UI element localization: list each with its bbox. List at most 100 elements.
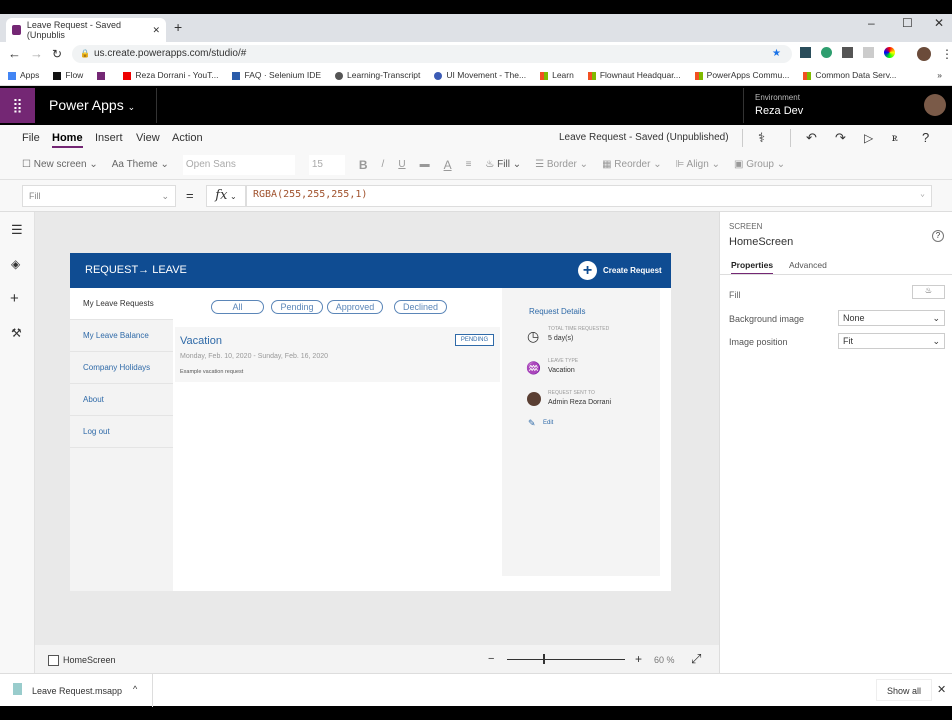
image-position-select[interactable]: Fit ⌄ (838, 333, 945, 349)
show-all-button[interactable]: Show all (876, 679, 932, 701)
forward-icon[interactable]: → (30, 46, 43, 61)
property-select[interactable]: Fill ⌄ (22, 185, 176, 207)
insert-plus-icon[interactable]: + (10, 290, 19, 307)
url-input[interactable]: 🔒 us.create.powerapps.com/studio/# ★ (72, 45, 792, 63)
underline-button[interactable]: U (398, 159, 405, 170)
layers-icon[interactable]: ◈ (11, 257, 20, 271)
close-window-icon[interactable]: ✕ (934, 16, 944, 30)
extension-icon[interactable] (842, 47, 853, 58)
bookmark-cds[interactable]: Common Data Serv... (803, 70, 896, 80)
chrome-menu-icon[interactable]: ⋮ (941, 47, 952, 61)
italic-button[interactable]: / (382, 159, 385, 170)
filter-pending[interactable]: Pending (271, 300, 323, 314)
fx-button[interactable]: fx ⌄ (206, 185, 246, 207)
screen-icon (48, 655, 59, 666)
nav-about[interactable]: About (70, 384, 173, 416)
profile-avatar[interactable] (917, 47, 931, 61)
add-circle-icon[interactable]: + (578, 261, 597, 280)
menu-file[interactable]: File (22, 132, 40, 144)
undo-icon[interactable]: ↶ (806, 130, 817, 146)
preview-play-icon[interactable]: ▷ (864, 131, 873, 145)
align-button[interactable]: ⊫ Align ⌄ (676, 159, 720, 170)
new-screen-button[interactable]: ☐ New screen ⌄ (22, 159, 98, 170)
reload-icon[interactable]: ↻ (52, 47, 62, 61)
app-launcher-icon[interactable]: ⣿ (0, 88, 35, 123)
screen-name[interactable]: HomeScreen (63, 655, 116, 665)
bookmark-apps[interactable]: Apps (8, 70, 39, 80)
nav-log-out[interactable]: Log out (70, 416, 173, 448)
group-button[interactable]: ▣ Group ⌄ (734, 159, 785, 170)
extension-icon[interactable] (884, 47, 895, 58)
background-image-select[interactable]: None ⌄ (838, 310, 945, 326)
bookmark-selenium[interactable]: FAQ · Selenium IDE (232, 70, 321, 80)
download-item[interactable]: Leave Request.msapp (32, 686, 122, 696)
formula-input[interactable]: RGBA(255,255,255,1) ⌄ (246, 185, 932, 207)
nav-my-leave-requests[interactable]: My Leave Requests (70, 288, 173, 320)
extension-icon[interactable] (863, 47, 874, 58)
bold-button[interactable]: B (359, 158, 368, 172)
more-bookmarks-icon[interactable]: » (937, 70, 942, 80)
menu-view[interactable]: View (136, 132, 160, 144)
app-screen[interactable]: REQUEST→ LEAVE + Create Request My Leave… (70, 253, 671, 591)
font-select[interactable]: Open Sans (182, 154, 295, 175)
zoom-slider[interactable] (507, 659, 625, 660)
maximize-icon[interactable]: ☐ (902, 16, 913, 30)
help-circle-icon[interactable]: ? (932, 230, 944, 242)
nav-my-leave-balance[interactable]: My Leave Balance (70, 320, 173, 352)
edit-pencil-icon[interactable]: ✎ (528, 418, 536, 429)
bookmark-learn[interactable]: Learn (540, 70, 574, 80)
edit-link[interactable]: Edit (543, 420, 553, 426)
filter-approved[interactable]: Approved (327, 300, 383, 314)
zoom-slider-thumb[interactable] (543, 654, 545, 664)
user-avatar[interactable] (924, 94, 946, 116)
close-download-bar-icon[interactable]: ✕ (937, 683, 946, 696)
create-request-button[interactable]: Create Request (603, 266, 662, 275)
menu-action[interactable]: Action (172, 132, 203, 144)
bookmark-flow[interactable]: Flow (53, 70, 83, 80)
bookmark-uimovement[interactable]: UI Movement - The... (434, 70, 526, 80)
tab-properties[interactable]: Properties (731, 260, 774, 275)
bookmark-youtube[interactable]: Reza Dorrani - YouT... (123, 70, 218, 80)
app-name[interactable]: Power Apps ⌄ (49, 97, 135, 113)
bookmark-star-icon[interactable]: ★ (772, 45, 781, 63)
filter-declined[interactable]: Declined (394, 300, 447, 314)
fill-color-picker[interactable]: ♨ (912, 285, 945, 299)
reorder-button[interactable]: ▦ Reorder ⌄ (602, 159, 662, 170)
zoom-in-button[interactable]: + (635, 652, 642, 666)
extension-icon[interactable] (821, 47, 832, 58)
border-button[interactable]: ☰ Border ⌄ (535, 159, 588, 170)
environment-name[interactable]: Reza Dev (755, 105, 803, 117)
back-icon[interactable]: ← (8, 46, 21, 61)
bookmark-flownaut[interactable]: Flownaut Headquar... (587, 70, 681, 80)
nav-company-holidays[interactable]: Company Holidays (70, 352, 173, 384)
menu-home[interactable]: Home (52, 132, 83, 148)
menu-insert[interactable]: Insert (95, 132, 123, 144)
tab-advanced[interactable]: Advanced (789, 260, 827, 270)
strikethrough-icon[interactable]: ▬ (420, 159, 430, 170)
fit-to-window-icon[interactable]: ⤢ (691, 651, 701, 667)
tab-title: Leave Request - Saved (Unpublis (26, 20, 121, 40)
bookmark-powerapps[interactable] (97, 70, 109, 80)
font-size-select[interactable]: 15 (308, 154, 345, 175)
download-options-icon[interactable]: ^ (133, 684, 137, 694)
close-tab-icon[interactable]: ✕ (152, 25, 160, 36)
hamburger-icon[interactable]: ☰ (11, 222, 23, 238)
browser-tab[interactable]: Leave Request - Saved (Unpublis ✕ (6, 18, 166, 42)
new-tab-icon[interactable]: + (174, 19, 182, 35)
tools-icon[interactable]: ⚒ (11, 326, 22, 340)
theme-button[interactable]: Aa Theme ⌄ (112, 159, 169, 170)
bookmark-powerapps-community[interactable]: PowerApps Commu... (694, 70, 789, 80)
request-list-item[interactable]: Vacation PENDING Monday, Feb. 10, 2020 -… (175, 327, 500, 382)
text-align-icon[interactable]: ≡ (466, 159, 472, 170)
extension-icon[interactable] (800, 47, 811, 58)
help-icon[interactable]: ? (922, 130, 929, 145)
filter-all[interactable]: All (211, 300, 264, 314)
redo-icon[interactable]: ↷ (835, 130, 846, 146)
font-color-button[interactable]: A (444, 158, 452, 172)
share-user-icon[interactable]: ꭱ (892, 130, 898, 145)
fill-button[interactable]: ♨ Fill ⌄ (485, 159, 521, 170)
app-checker-icon[interactable]: ⚕ (758, 130, 765, 146)
zoom-out-button[interactable]: − (488, 653, 494, 665)
bookmark-learning[interactable]: Learning-Transcript (335, 70, 420, 80)
minimize-icon[interactable]: – (868, 16, 875, 30)
